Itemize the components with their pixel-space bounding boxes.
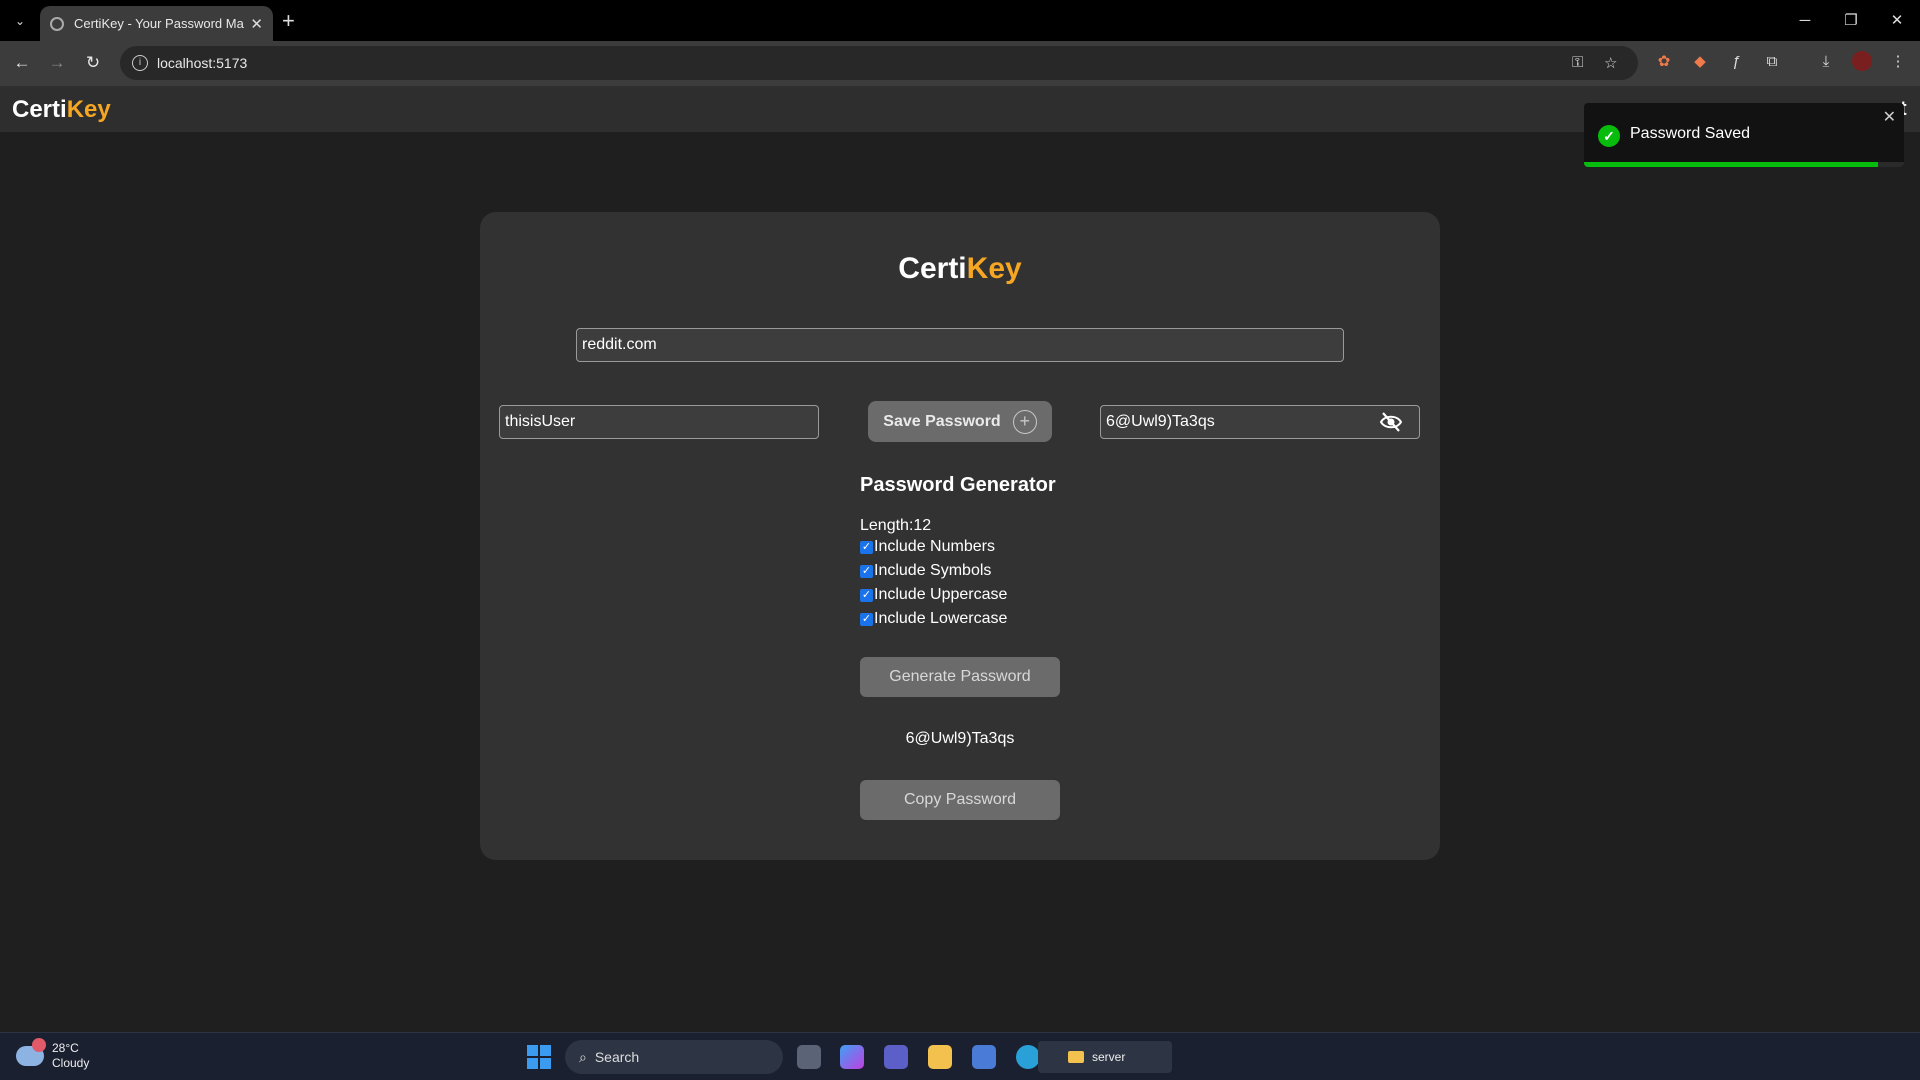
brand-part-1: Certi — [898, 252, 967, 285]
search-icon: ⌕ — [579, 1048, 587, 1065]
extension-icon[interactable]: ✿ — [1654, 51, 1674, 71]
temperature: 28°C — [52, 1041, 79, 1055]
copy-password-button[interactable]: Copy Password — [860, 780, 1060, 820]
username-input[interactable]: thisisUser — [499, 405, 819, 439]
password-generator: Password Generator Length:12 ✓ Include N… — [860, 474, 1080, 631]
reload-icon[interactable]: ↻ — [82, 52, 104, 74]
success-toast[interactable]: ✓ Password Saved ✕ — [1584, 103, 1904, 167]
extensions-puzzle-icon[interactable]: ⧉ — [1762, 51, 1782, 71]
file-explorer-icon[interactable] — [928, 1045, 952, 1069]
checkbox-numbers[interactable]: ✓ — [860, 540, 873, 554]
close-window-button[interactable]: ✕ — [1874, 0, 1920, 41]
browser-tabstrip: ⌄ CertiKey - Your Password Mana ✕ + ─ ❐ … — [0, 0, 1920, 41]
folder-icon — [1068, 1051, 1084, 1063]
bookmark-star-icon[interactable]: ☆ — [1604, 54, 1617, 72]
password-key-icon[interactable]: ⚿ — [1572, 54, 1583, 71]
eye-slash-icon[interactable] — [1379, 411, 1403, 433]
option-uppercase[interactable]: ✓ Include Uppercase — [860, 583, 1080, 607]
url-text[interactable]: localhost:5173 — [157, 55, 247, 71]
formula-extension-icon[interactable]: ƒ — [1726, 51, 1746, 71]
save-password-button[interactable]: Save Password + — [868, 401, 1052, 442]
option-label: Include Symbols — [874, 562, 992, 579]
tab-close-icon[interactable]: ✕ — [250, 15, 263, 33]
password-input[interactable]: 6@Uwl9)Ta3qs — [1100, 405, 1420, 439]
checkbox-symbols[interactable]: ✓ — [860, 564, 873, 578]
folder-label: server — [1092, 1050, 1126, 1064]
address-bar[interactable]: i localhost:5173 ⚿ ☆ — [120, 46, 1638, 80]
card-logo: CertiKey — [480, 252, 1440, 286]
option-label: Include Numbers — [874, 538, 995, 555]
brand-part-1: Certi — [12, 96, 67, 123]
website-input[interactable]: reddit.com — [576, 328, 1344, 362]
windows-taskbar: 28°C Cloudy ⌕ Search ⌄ server — [0, 1032, 1920, 1080]
edge-browser-icon[interactable] — [1016, 1045, 1040, 1069]
toast-progress-bar — [1584, 162, 1879, 167]
taskbar-search-label: Search — [594, 1049, 640, 1065]
toast-message: Password Saved — [1630, 125, 1751, 142]
save-button-label: Save Password — [883, 412, 1001, 430]
teams-icon[interactable] — [884, 1045, 908, 1069]
weather-widget[interactable]: 28°C Cloudy — [16, 1038, 90, 1071]
option-symbols[interactable]: ✓ Include Symbols — [860, 559, 1080, 583]
forward-arrow-icon[interactable]: → — [46, 52, 68, 74]
fox-extension-icon[interactable]: ◆ — [1690, 51, 1710, 71]
option-label: Include Uppercase — [874, 586, 1008, 603]
checkbox-uppercase[interactable]: ✓ — [860, 588, 873, 602]
option-label: Include Lowercase — [874, 610, 1008, 627]
generate-password-button[interactable]: Generate Password — [860, 657, 1060, 697]
option-numbers[interactable]: ✓ Include Numbers — [860, 535, 1080, 559]
microsoft-store-icon[interactable] — [972, 1045, 996, 1069]
navbar-logo[interactable]: CertiKey — [12, 96, 111, 124]
cloudy-weather-icon — [16, 1038, 46, 1066]
download-icon[interactable]: ⤓ — [1816, 51, 1836, 71]
option-lowercase[interactable]: ✓ Include Lowercase — [860, 607, 1080, 631]
more-menu-icon[interactable]: ⋮ — [1888, 51, 1908, 71]
restore-button[interactable]: ❐ — [1828, 0, 1874, 41]
taskbar-folder-server[interactable]: server — [1038, 1041, 1172, 1073]
weather-condition: Cloudy — [52, 1056, 90, 1070]
browser-tab[interactable]: CertiKey - Your Password Mana ✕ — [40, 6, 273, 41]
back-arrow-icon[interactable]: ← — [11, 52, 33, 74]
generator-title: Password Generator — [860, 474, 1056, 496]
brand-part-2: Key — [966, 252, 1022, 285]
new-tab-button[interactable]: + — [282, 8, 295, 34]
task-view-icon[interactable] — [797, 1045, 821, 1069]
password-card: CertiKey reddit.com thisisUser Save Pass… — [480, 212, 1440, 860]
profile-avatar-icon[interactable] — [1852, 51, 1872, 71]
globe-icon — [50, 16, 64, 31]
toast-progress-track — [1584, 162, 1904, 167]
generated-password: 6@Uwl9)Ta3qs — [905, 730, 1015, 747]
windows-start-icon[interactable] — [527, 1045, 551, 1069]
site-info-icon[interactable]: i — [132, 55, 148, 71]
window-controls: ─ ❐ ✕ — [1782, 0, 1920, 41]
brand-part-2: Key — [66, 96, 111, 123]
taskbar-search[interactable]: ⌕ Search — [565, 1040, 783, 1074]
tab-search-button[interactable]: ⌄ — [8, 10, 32, 32]
browser-toolbar: ← → ↻ i localhost:5173 ⚿ ☆ — [0, 41, 1920, 86]
copilot-icon[interactable] — [840, 1045, 864, 1069]
toast-close-icon[interactable]: ✕ — [1883, 107, 1896, 127]
checkbox-lowercase[interactable]: ✓ — [860, 612, 873, 626]
minimize-button[interactable]: ─ — [1782, 0, 1828, 41]
length-label: Length:12 — [860, 517, 932, 534]
tab-title: CertiKey - Your Password Mana — [74, 16, 245, 31]
check-circle-icon: ✓ — [1598, 125, 1620, 147]
add-circle-icon: + — [1012, 409, 1037, 434]
